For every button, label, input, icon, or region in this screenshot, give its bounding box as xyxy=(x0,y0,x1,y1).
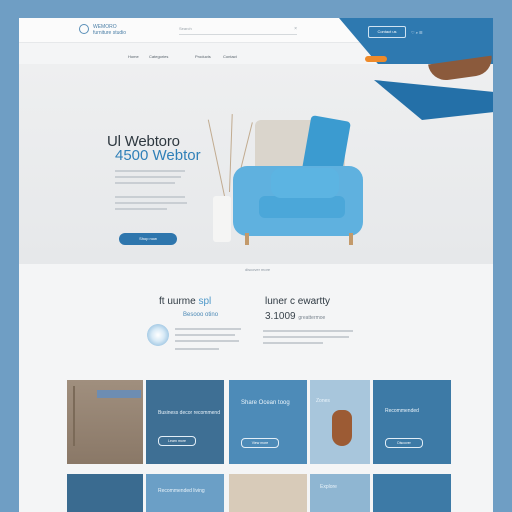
brand-subtitle: furniture studio xyxy=(93,30,127,36)
contact-button[interactable]: Contact us xyxy=(368,26,406,38)
tile-row2[interactable]: Explore xyxy=(310,474,370,512)
tile-label: Business decor recommend xyxy=(158,410,220,416)
feature-left-title-main: ft uurme xyxy=(159,296,199,307)
chair-leg xyxy=(349,233,353,245)
vase-image xyxy=(332,410,352,446)
tile-overlay xyxy=(97,390,141,398)
tile-business[interactable]: Business decor recommend Learn more xyxy=(146,380,224,464)
hero-paragraph-line xyxy=(115,196,185,198)
splash-icon xyxy=(147,324,169,346)
tile-vase[interactable]: Zones xyxy=(310,380,370,464)
feature-right-line xyxy=(263,342,323,344)
feature-right-small: greattermoe xyxy=(298,315,326,321)
chair-leg xyxy=(245,233,249,245)
tile-wood[interactable] xyxy=(67,380,143,464)
feature-right-number: 3.1009 xyxy=(265,311,296,322)
feature-left-line xyxy=(175,328,241,330)
feature-left-subtitle: Besooo otino xyxy=(183,312,219,318)
armchair-seat xyxy=(259,196,345,218)
armchair-cushion xyxy=(271,168,339,198)
page-frame: WEMORO furniture studio Search × Contact… xyxy=(19,18,493,512)
tile-row2[interactable] xyxy=(229,474,307,512)
tile-label: Recommended xyxy=(385,408,419,414)
tile-row2[interactable] xyxy=(67,474,143,512)
view-more-button[interactable]: View more xyxy=(241,438,279,448)
brand-name[interactable]: WEMORO furniture studio xyxy=(93,24,126,36)
discover-button[interactable]: Discover xyxy=(385,438,423,448)
tile-label: Share Ocean toog xyxy=(241,400,290,406)
tile-label: Zones xyxy=(316,398,330,404)
feature-left-title: ft uurme spl xyxy=(159,296,211,307)
hero-subtitle: 4500 Webtor xyxy=(115,147,201,164)
feature-right-line xyxy=(263,330,353,332)
main-nav: Home Categories Products Contact xyxy=(19,54,493,64)
learn-more-button[interactable]: Learn more xyxy=(158,436,196,446)
hero-paragraph-line xyxy=(115,182,175,184)
logo-icon[interactable] xyxy=(79,24,89,34)
shop-now-button[interactable]: Shop now xyxy=(119,233,177,245)
nav-item-contact[interactable]: Contact xyxy=(223,54,237,59)
search-input[interactable]: Search × xyxy=(179,26,297,35)
header-icons[interactable]: ♡ ⌕ ☰ xyxy=(411,30,423,35)
hero-paragraph-line xyxy=(115,176,181,178)
tile-label: Recommended living xyxy=(158,488,205,494)
hero-paragraph-line xyxy=(115,208,167,210)
feature-right-title: luner c ewartty xyxy=(265,296,331,307)
hero-paragraph-line xyxy=(115,202,187,204)
feature-left-line xyxy=(175,334,235,336)
wood-panel-line xyxy=(73,386,75,446)
tile-ocean[interactable]: Share Ocean toog View more xyxy=(229,380,307,464)
feature-left-line xyxy=(175,340,239,342)
nav-cta-button[interactable] xyxy=(365,56,387,62)
tile-label: Explore xyxy=(320,484,337,490)
tile-row2[interactable] xyxy=(373,474,451,512)
hero-caption[interactable]: discover more xyxy=(245,267,270,272)
nav-item-products[interactable]: Products xyxy=(195,54,211,59)
close-icon[interactable]: × xyxy=(294,26,297,32)
search-placeholder: Search xyxy=(179,26,192,31)
nav-item-home[interactable]: Home xyxy=(128,54,139,59)
vase-image xyxy=(213,196,231,242)
feature-right-subtitle: 3.1009 greattermoe xyxy=(265,311,325,322)
tile-recommended[interactable]: Recommended Discover xyxy=(373,380,451,464)
feature-right-line xyxy=(263,336,349,338)
tile-row2[interactable]: Recommended living xyxy=(146,474,224,512)
feature-left-line xyxy=(175,348,219,350)
feature-left-title-accent: spl xyxy=(198,296,212,307)
nav-item-categories[interactable]: Categories xyxy=(149,54,168,59)
hero-paragraph-line xyxy=(115,170,185,172)
